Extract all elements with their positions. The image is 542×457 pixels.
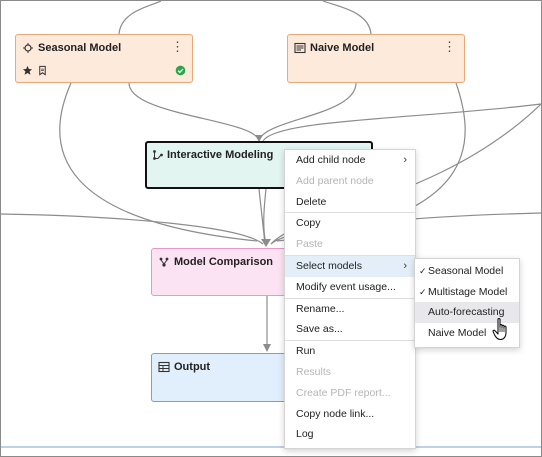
menu-log[interactable]: Log <box>285 424 415 445</box>
hand-cursor-icon <box>492 317 507 341</box>
interactive-modeling-icon <box>153 150 163 160</box>
menu-delete[interactable]: Delete <box>285 192 415 213</box>
menu-create-pdf-report[interactable]: Create PDF report... <box>285 383 415 404</box>
submenu-arrow-icon: › <box>403 154 407 166</box>
seasonal-model-icon <box>23 43 33 53</box>
node-title: Model Comparison <box>174 256 274 268</box>
more-options-icon[interactable]: ⋮ <box>443 40 456 53</box>
menu-add-child-node[interactable]: Add child node › <box>285 150 415 171</box>
menu-paste[interactable]: Paste <box>285 234 415 255</box>
success-check-icon <box>175 65 186 76</box>
menu-copy-node-link[interactable]: Copy node link... <box>285 404 415 425</box>
node-model-comparison[interactable]: Model Comparison <box>151 248 291 296</box>
naive-model-icon <box>294 42 306 54</box>
menu-rename[interactable]: Rename... <box>285 297 415 320</box>
canvas-bottom-border <box>1 446 541 448</box>
node-context-menu: Add child node › Add parent node Delete … <box>284 149 416 449</box>
node-output[interactable]: Output <box>151 353 291 402</box>
output-table-icon <box>158 361 170 373</box>
menu-run[interactable]: Run <box>285 340 415 362</box>
submenu-item-multistage-model[interactable]: ✓ Multistage Model <box>415 282 519 303</box>
node-title: Naive Model <box>310 42 375 54</box>
node-title: Seasonal Model <box>38 42 122 54</box>
pipeline-canvas[interactable]: Seasonal Model ⋮ Naive Model ⋮ Interacti… <box>0 0 542 457</box>
menu-add-parent-node[interactable]: Add parent node <box>285 171 415 192</box>
model-comparison-icon <box>159 257 169 267</box>
menu-select-models[interactable]: Select models › <box>285 254 415 277</box>
checkmark-icon: ✓ <box>419 286 427 297</box>
submenu-arrow-icon: › <box>403 259 407 272</box>
menu-results[interactable]: Results <box>285 362 415 383</box>
checkmark-icon: ✓ <box>419 266 427 276</box>
more-options-icon[interactable]: ⋮ <box>171 40 184 53</box>
node-seasonal-model[interactable]: Seasonal Model ⋮ <box>15 34 193 83</box>
node-title: Output <box>174 361 211 373</box>
menu-copy[interactable]: Copy <box>285 212 415 234</box>
submenu-item-seasonal-model[interactable]: ✓ Seasonal Model <box>415 261 519 282</box>
bookmark-icon[interactable] <box>37 65 48 76</box>
menu-save-as[interactable]: Save as... <box>285 319 415 340</box>
node-title: Interactive Modeling <box>167 149 274 161</box>
node-naive-model[interactable]: Naive Model ⋮ <box>287 34 465 83</box>
star-icon[interactable] <box>22 65 33 76</box>
menu-modify-event-usage[interactable]: Modify event usage... <box>285 277 415 298</box>
